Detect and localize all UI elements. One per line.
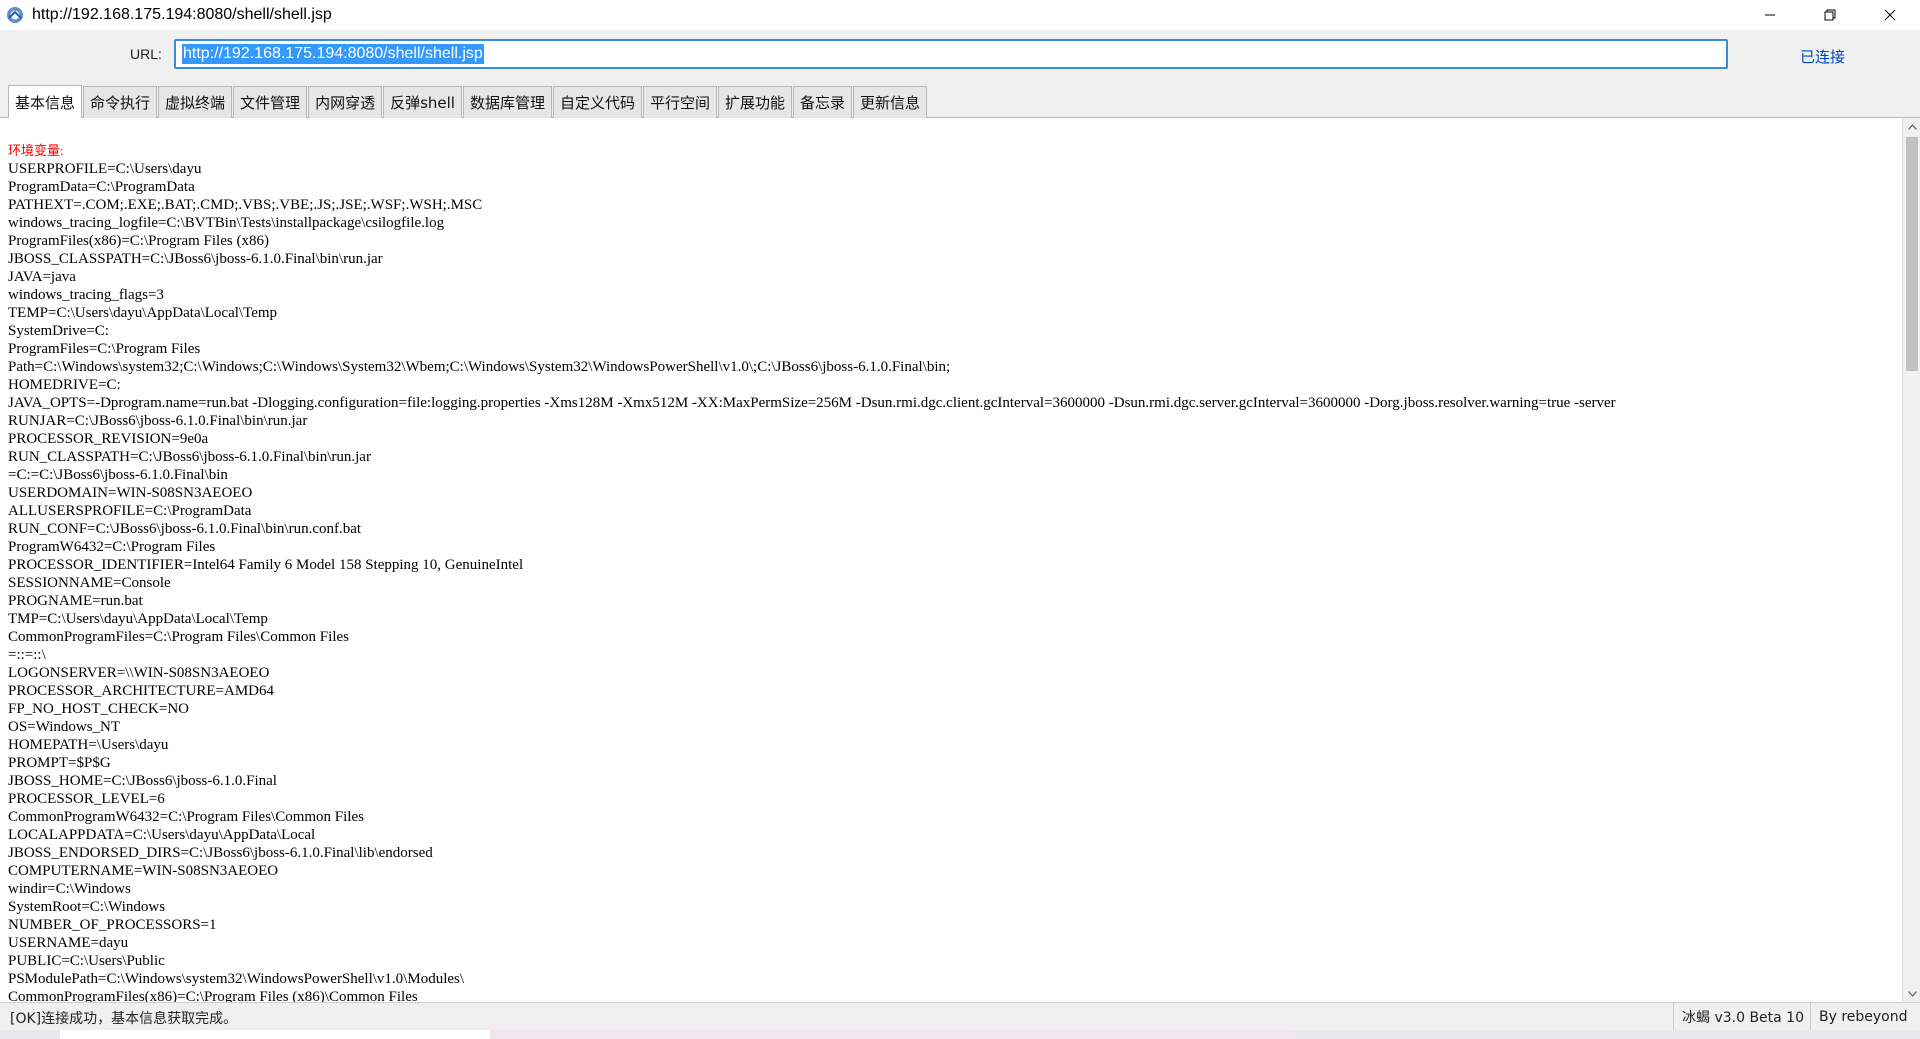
tab-virtual-terminal[interactable]: 虚拟终端 [158,86,233,118]
env-var-line: PROCESSOR_REVISION=9e0a [8,431,209,447]
env-var-line: JBOSS_ENDORSED_DIRS=C:\JBoss6\jboss-6.1.… [8,845,433,861]
env-var-list: USERPROFILE=C:\Users\dayu ProgramData=C:\… [8,160,1616,1002]
url-input-value[interactable]: http://192.168.175.194:8080/shell/shell.… [182,44,484,64]
env-var-line: PROCESSOR_IDENTIFIER=Intel64 Family 6 Mo… [8,557,524,573]
info-content-area[interactable]: 环境变量: USERPROFILE=C:\Users\dayu ProgramDa… [0,118,1902,1002]
env-var-line: PROMPT=$P$G [8,755,111,771]
tab-custom-code[interactable]: 自定义代码 [552,86,642,118]
scroll-up-button[interactable] [1903,118,1920,135]
env-var-line: ProgramFiles(x86)=C:\Program Files (x86) [8,233,269,249]
env-var-line: SESSIONNAME=Console [8,575,171,591]
env-var-line: ProgramData=C:\ProgramData [8,179,195,195]
env-var-line: JAVA_OPTS=-Dprogram.name=run.bat -Dloggi… [8,395,1616,411]
taskbar-segment [60,1030,490,1039]
tab-extensions[interactable]: 扩展功能 [718,86,793,118]
url-label: URL: [130,46,162,62]
window-controls [1740,0,1920,30]
env-var-line: HOMEDRIVE=C: [8,377,121,393]
env-var-line: FP_NO_HOST_CHECK=NO [8,701,189,717]
tab-command-exec[interactable]: 命令执行 [83,86,158,118]
tab-intranet-tunnel[interactable]: 内网穿透 [308,86,383,118]
app-icon [7,7,23,23]
env-vars-panel: 环境变量: USERPROFILE=C:\Users\dayu ProgramDa… [8,142,1616,1002]
close-icon [1884,9,1896,21]
env-var-line: USERDOMAIN=WIN-S08SN3AEOEO [8,485,253,501]
taskbar-segment [490,1030,1295,1039]
env-var-line: JBOSS_CLASSPATH=C:\JBoss6\jboss-6.1.0.Fi… [8,251,383,267]
restore-button[interactable] [1800,0,1860,30]
env-var-line: USERPROFILE=C:\Users\dayu [8,161,202,177]
env-var-line: CommonProgramFiles=C:\Program Files\Comm… [8,629,349,645]
env-var-line: Path=C:\Windows\system32;C:\Windows;C:\W… [8,359,951,375]
env-var-line: RUN_CONF=C:\JBoss6\jboss-6.1.0.Final\bin… [8,521,362,537]
env-var-line: SystemRoot=C:\Windows [8,899,166,915]
env-var-line: USERNAME=dayu [8,935,129,951]
tab-bar: 基本信息 命令执行 虚拟终端 文件管理 内网穿透 反弹shell 数据库管理 自… [0,82,1920,118]
env-section-title: 环境变量: [8,143,64,158]
status-bar: [OK]连接成功，基本信息获取完成。 冰蝎 v3.0 Beta 10 By re… [0,1002,1920,1031]
env-var-line: JBOSS_HOME=C:\JBoss6\jboss-6.1.0.Final [8,773,277,789]
env-var-line: PSModulePath=C:\Windows\system32\Windows… [8,971,465,987]
env-var-line: windows_tracing_logfile=C:\BVTBin\Tests\… [8,215,445,231]
version-label: 冰蝎 v3.0 Beta 10 [1673,1003,1804,1031]
url-input[interactable]: http://192.168.175.194:8080/shell/shell.… [174,39,1728,69]
env-var-line: HOMEPATH=\Users\dayu [8,737,169,753]
window-title: http://192.168.175.194:8080/shell/shell.… [32,6,332,23]
vertical-scrollbar[interactable] [1902,118,1920,1002]
env-var-line: windows_tracing_flags=3 [8,287,164,303]
tab-memo[interactable]: 备忘录 [793,86,853,118]
tab-database-manager[interactable]: 数据库管理 [462,86,552,118]
env-var-line: ProgramFiles=C:\Program Files [8,341,201,357]
minimize-icon [1765,14,1775,16]
tab-basic-info[interactable]: 基本信息 [8,85,83,118]
connection-status: 已连接 [1800,48,1846,66]
env-var-line: CommonProgramFiles(x86)=C:\Program Files… [8,989,418,1002]
env-var-line: OS=Windows_NT [8,719,121,735]
author-label: By rebeyond [1810,1003,1908,1031]
tab-list: 基本信息 命令执行 虚拟终端 文件管理 内网穿透 反弹shell 数据库管理 自… [8,85,928,118]
chevron-down-icon [1907,990,1917,997]
chevron-up-icon [1907,123,1917,130]
tab-reverse-shell[interactable]: 反弹shell [383,86,462,118]
minimize-button[interactable] [1740,0,1800,30]
env-var-line: NUMBER_OF_PROCESSORS=1 [8,917,217,933]
env-var-line: SystemDrive=C: [8,323,109,339]
env-var-line: PROGNAME=run.bat [8,593,143,609]
env-var-line: ALLUSERSPROFILE=C:\ProgramData [8,503,252,519]
close-button[interactable] [1860,0,1920,30]
env-var-line: CommonProgramW6432=C:\Program Files\Comm… [8,809,364,825]
env-var-line: RUN_CLASSPATH=C:\JBoss6\jboss-6.1.0.Fina… [8,449,371,465]
env-var-line: TMP=C:\Users\dayu\AppData\Local\Temp [8,611,268,627]
url-bar: URL: http://192.168.175.194:8080/shell/s… [0,30,1920,82]
env-var-line: windir=C:\Windows [8,881,131,897]
env-var-line: ProgramW6432=C:\Program Files [8,539,216,555]
env-var-line: COMPUTERNAME=WIN-S08SN3AEOEO [8,863,279,879]
env-var-line: PUBLIC=C:\Users\Public [8,953,165,969]
env-var-line: =::=::\ [8,647,46,663]
tab-file-manager[interactable]: 文件管理 [233,86,308,118]
tab-update-info[interactable]: 更新信息 [853,86,928,118]
env-var-line: RUNJAR=C:\JBoss6\jboss-6.1.0.Final\bin\r… [8,413,308,429]
env-var-line: PATHEXT=.COM;.EXE;.BAT;.CMD;.VBS;.VBE;.J… [8,197,483,213]
env-var-line: LOCALAPPDATA=C:\Users\dayu\AppData\Local [8,827,316,843]
env-var-line: PROCESSOR_ARCHITECTURE=AMD64 [8,683,274,699]
env-var-line: JAVA=java [8,269,76,285]
env-var-line: PROCESSOR_LEVEL=6 [8,791,165,807]
scroll-down-button[interactable] [1903,985,1920,1002]
title-bar: http://192.168.175.194:8080/shell/shell.… [0,0,1920,30]
env-var-line: TEMP=C:\Users\dayu\AppData\Local\Temp [8,305,278,321]
taskbar-strip [0,1030,1920,1039]
env-var-line: =C:=C:\JBoss6\jboss-6.1.0.Final\bin [8,467,228,483]
tab-parallel-space[interactable]: 平行空间 [643,86,718,118]
status-message: [OK]连接成功，基本信息获取完成。 [10,1011,238,1027]
env-var-line: LOGONSERVER=\\WIN-S08SN3AEOEO [8,665,270,681]
restore-icon [1824,9,1836,21]
scroll-thumb[interactable] [1906,137,1918,371]
